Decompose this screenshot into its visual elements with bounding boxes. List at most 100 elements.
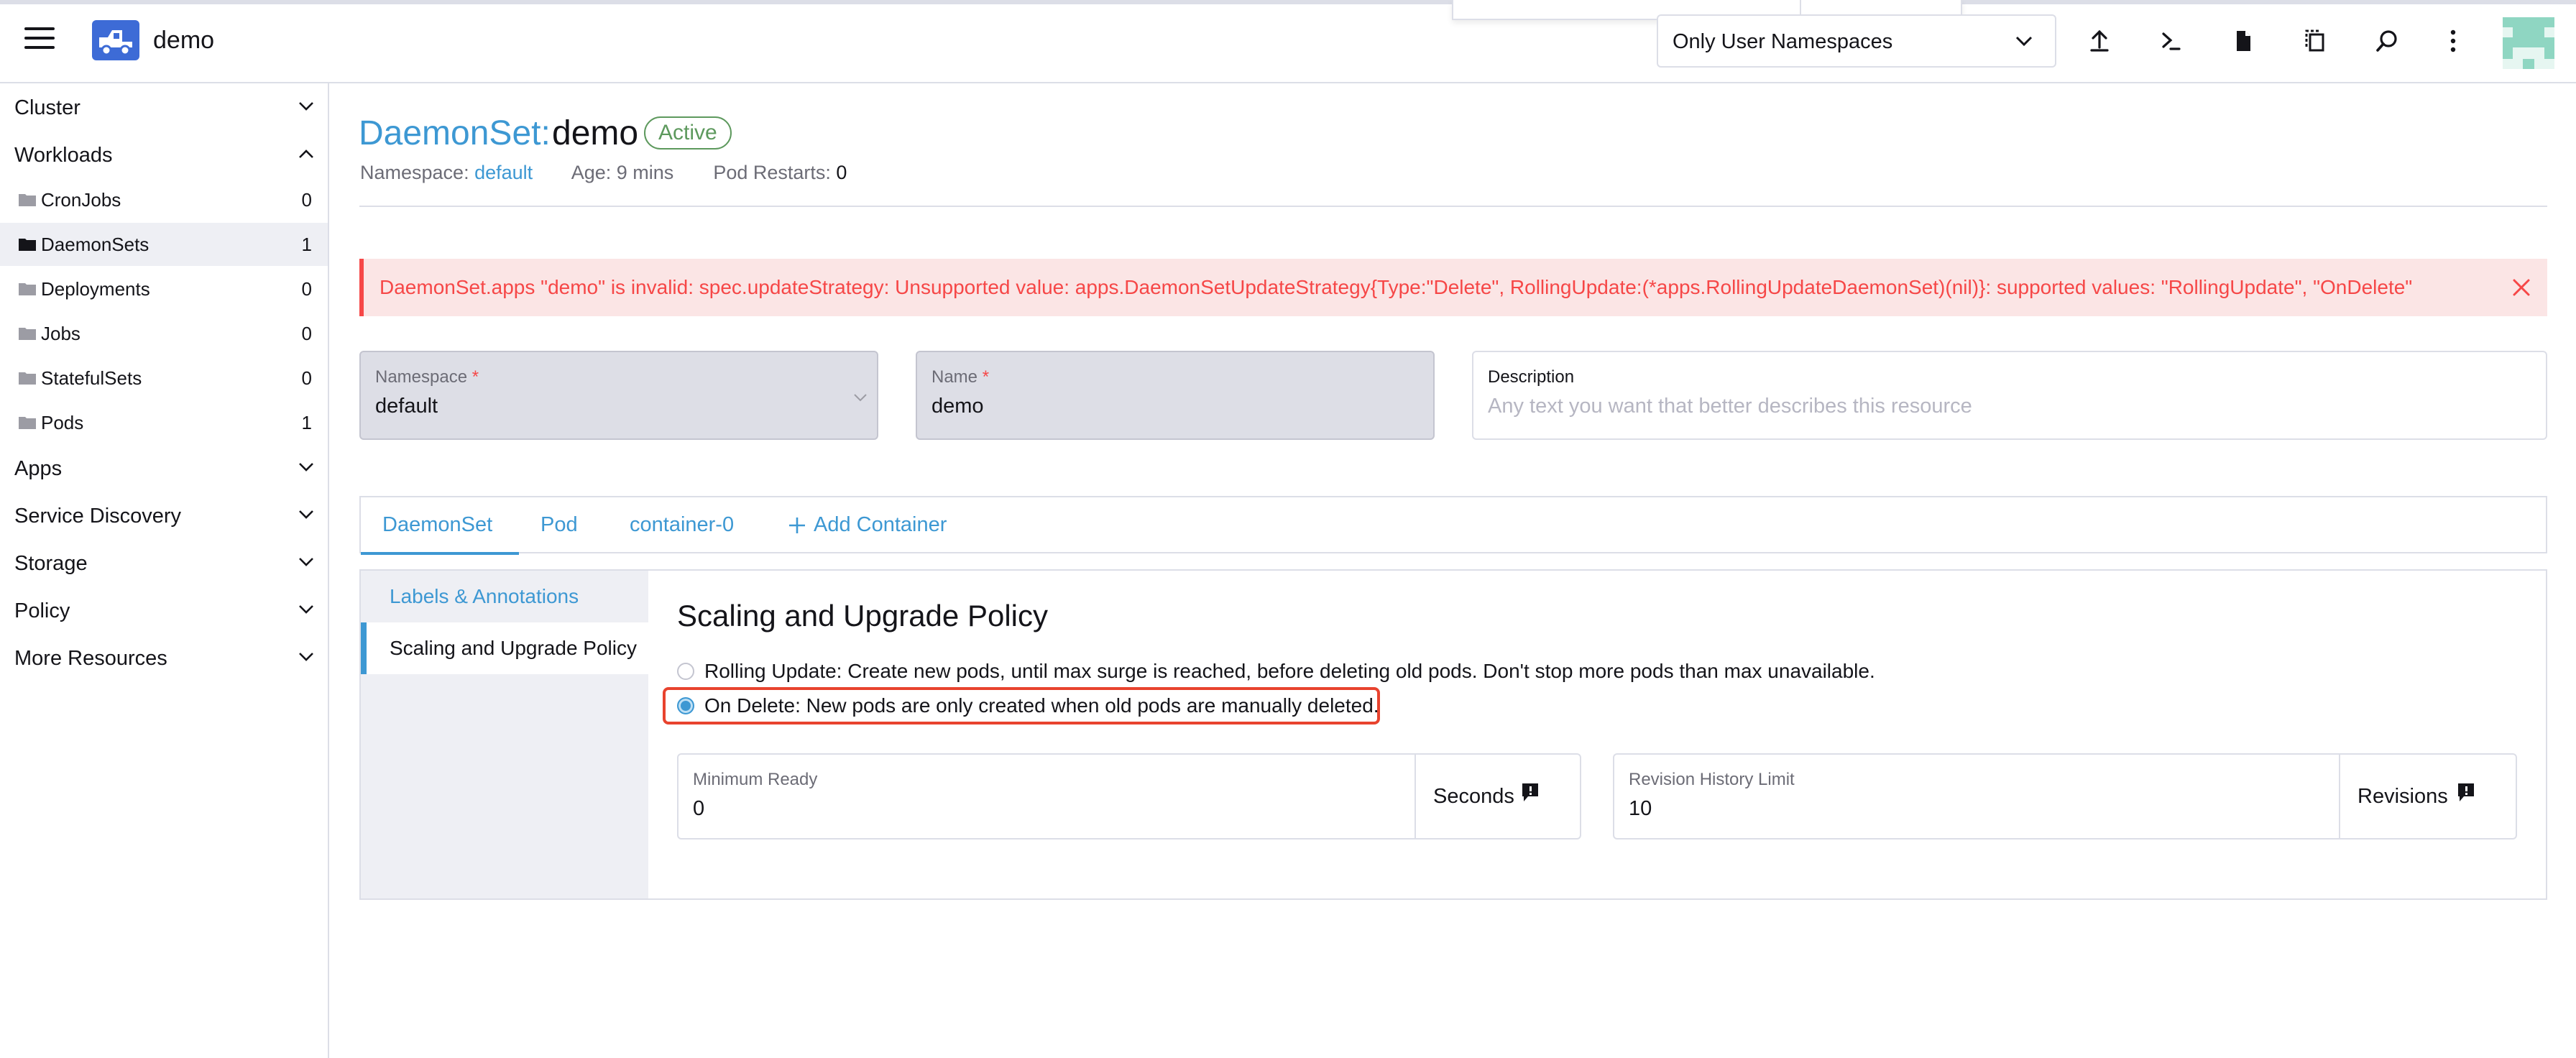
radio-label: On Delete: New pods are only created whe… xyxy=(704,694,1379,717)
namespace-field[interactable]: Namespace * default xyxy=(359,351,878,440)
sidebar-group-label: Policy xyxy=(14,599,70,622)
resource-meta: Namespace: default Age: 9 mins Pod Resta… xyxy=(360,160,847,185)
tab-pod[interactable]: Pod xyxy=(540,497,612,552)
side-tab-label: Labels & Annotations xyxy=(390,585,579,607)
seconds-unit: Seconds xyxy=(1433,785,1514,808)
radio-button[interactable] xyxy=(677,663,694,680)
sidebar-group-workloads[interactable]: Workloads xyxy=(0,134,328,177)
sidebar-item-count: 0 xyxy=(301,367,312,389)
sidebar-group-more-resources[interactable]: More Resources xyxy=(0,637,328,680)
page-title-name: demo xyxy=(552,114,639,152)
minimum-ready-value: 0 xyxy=(693,797,705,820)
meta-namespace-link[interactable]: default xyxy=(474,162,533,183)
folder-open-icon xyxy=(19,239,36,251)
meta-age-label: Age: xyxy=(571,162,612,183)
radio-rolling-update[interactable]: Rolling Update: Create new pods, until m… xyxy=(677,658,1875,687)
revisions-unit: Revisions xyxy=(2358,785,2448,808)
folder-icon xyxy=(19,283,36,295)
tab-label: container-0 xyxy=(630,513,735,536)
radio-button-selected[interactable] xyxy=(677,697,694,714)
radio-label: Rolling Update: Create new pods, until m… xyxy=(704,660,1875,682)
chevron-down-icon xyxy=(854,394,867,402)
sidebar-item-count: 1 xyxy=(301,412,312,433)
section-title: Scaling and Upgrade Policy xyxy=(677,599,1048,632)
tab-label: DaemonSet xyxy=(382,513,493,536)
sidebar-item-label: StatefulSets xyxy=(41,367,142,389)
sidebar: Cluster Workloads CronJobs 0 DaemonSets … xyxy=(0,83,329,1058)
tab-daemonset[interactable]: DaemonSet xyxy=(361,497,519,555)
name-field[interactable]: Name * demo xyxy=(916,351,1435,440)
sidebar-group-cluster[interactable]: Cluster xyxy=(0,86,328,129)
cluster-name[interactable]: demo xyxy=(153,24,214,56)
upload-icon[interactable] xyxy=(2080,22,2119,60)
sidebar-group-apps[interactable]: Apps xyxy=(0,447,328,490)
cluster-logo-icon[interactable] xyxy=(92,20,139,60)
sidebar-group-storage[interactable]: Storage xyxy=(0,542,328,585)
sidebar-group-label: Cluster xyxy=(14,96,80,119)
chevron-up-icon xyxy=(299,150,313,158)
error-banner: DaemonSet.apps "demo" is invalid: spec.u… xyxy=(359,259,2547,316)
sidebar-item-statefulsets[interactable]: StatefulSets 0 xyxy=(0,356,328,400)
copy-config-icon[interactable] xyxy=(2296,22,2334,60)
description-field[interactable]: Description Any text you want that bette… xyxy=(1472,351,2547,440)
info-tooltip-icon[interactable] xyxy=(2457,782,2475,804)
revision-history-suffix: Revisions xyxy=(2339,755,2517,838)
sidebar-group-policy[interactable]: Policy xyxy=(0,589,328,632)
meta-restarts-value: 0 xyxy=(836,162,847,183)
chevron-down-icon xyxy=(299,102,313,111)
sidebar-item-label: Deployments xyxy=(41,278,150,300)
info-tooltip-icon[interactable] xyxy=(1521,782,1540,804)
tab-container-0[interactable]: container-0 xyxy=(630,497,759,552)
search-icon[interactable] xyxy=(2368,22,2406,60)
description-field-placeholder: Any text you want that better describes … xyxy=(1488,395,1972,418)
sidebar-item-label: Jobs xyxy=(41,323,80,344)
chevron-down-icon xyxy=(2015,36,2033,47)
side-tab-labels-annotations[interactable]: Labels & Annotations xyxy=(361,571,648,622)
close-icon[interactable] xyxy=(2510,276,2533,299)
sidebar-item-count: 0 xyxy=(301,323,312,344)
chevron-down-icon xyxy=(299,605,313,614)
side-tab-scaling-upgrade-policy[interactable]: Scaling and Upgrade Policy xyxy=(361,622,648,674)
minimum-ready-input[interactable]: Minimum Ready 0 Seconds xyxy=(677,753,1581,840)
sidebar-item-label: DaemonSets xyxy=(41,234,150,255)
folder-icon xyxy=(19,328,36,340)
sidebar-group-service-discovery[interactable]: Service Discovery xyxy=(0,494,328,538)
sidebar-group-label: Service Discovery xyxy=(14,505,182,528)
sidebar-item-pods[interactable]: Pods 1 xyxy=(0,401,328,444)
chevron-down-icon xyxy=(299,463,313,472)
file-icon[interactable] xyxy=(2224,22,2263,60)
sidebar-item-cronjobs[interactable]: CronJobs 0 xyxy=(0,178,328,221)
sidebar-item-count: 0 xyxy=(301,278,312,300)
header-divider xyxy=(359,206,2547,207)
radio-on-delete[interactable]: On Delete: New pods are only created whe… xyxy=(677,693,1379,722)
namespace-field-label: Namespace * xyxy=(375,367,479,387)
more-options-icon[interactable] xyxy=(2434,22,2472,60)
revision-history-label: Revision History Limit xyxy=(1629,770,1795,789)
sidebar-group-label: Apps xyxy=(14,457,63,480)
folder-icon xyxy=(19,417,36,429)
user-avatar[interactable] xyxy=(2503,17,2554,69)
side-tab-label: Scaling and Upgrade Policy xyxy=(390,637,637,659)
namespace-filter-value: Only User Namespaces xyxy=(1673,30,1893,53)
sidebar-item-count: 0 xyxy=(301,189,312,211)
page-title-kind[interactable]: DaemonSet: xyxy=(359,112,551,155)
sidebar-item-jobs[interactable]: Jobs 0 xyxy=(0,312,328,355)
namespace-filter-select[interactable]: Only User Namespaces xyxy=(1657,14,2056,68)
menu-icon[interactable] xyxy=(24,27,55,49)
chevron-down-icon xyxy=(299,510,313,519)
namespace-field-value: default xyxy=(375,395,438,418)
revision-history-value: 10 xyxy=(1629,797,1652,820)
folder-icon xyxy=(19,372,36,385)
meta-age-value: 9 mins xyxy=(616,162,674,183)
sidebar-group-label: Storage xyxy=(14,552,88,575)
terminal-icon[interactable] xyxy=(2152,22,2191,60)
chevron-down-icon xyxy=(299,653,313,661)
description-field-label: Description xyxy=(1488,367,1575,387)
revision-history-limit-input[interactable]: Revision History Limit 10 Revisions xyxy=(1613,753,2517,840)
status-badge: Active xyxy=(644,116,732,150)
sidebar-item-label: Pods xyxy=(41,412,84,433)
sidebar-item-daemonsets[interactable]: DaemonSets 1 xyxy=(0,223,328,266)
error-message: DaemonSet.apps "demo" is invalid: spec.u… xyxy=(380,276,2413,298)
add-container-button[interactable]: Add Container xyxy=(788,497,960,552)
sidebar-item-deployments[interactable]: Deployments 0 xyxy=(0,267,328,310)
